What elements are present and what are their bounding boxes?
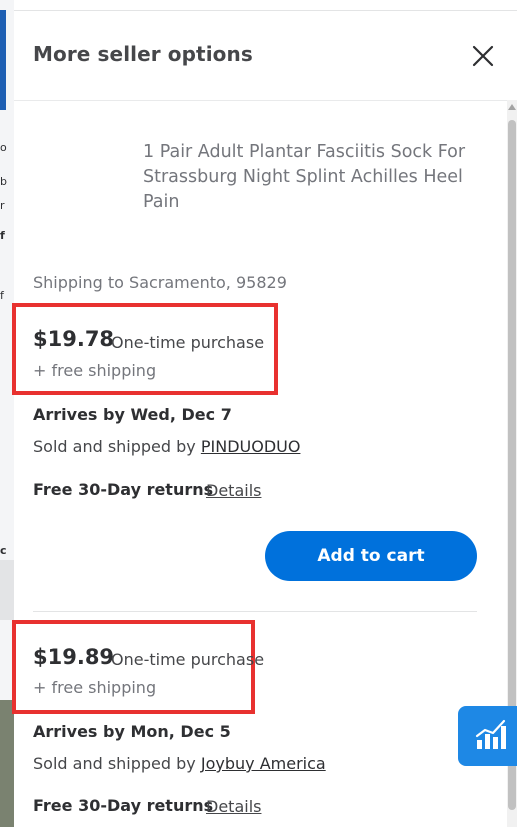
close-icon[interactable] — [469, 42, 497, 70]
feedback-chart-button[interactable] — [458, 706, 517, 766]
returns-details-link[interactable]: Details — [206, 481, 261, 500]
bar-chart-icon — [475, 719, 506, 749]
background-image — [0, 700, 14, 827]
background-block — [0, 560, 14, 620]
delivery-date: Arrives by Wed, Dec 7 — [33, 405, 232, 424]
seller-info: Sold and shipped by Joybuy America — [33, 754, 326, 773]
seller-link[interactable]: PINDUODUO — [201, 437, 301, 456]
delivery-date: Arrives by Mon, Dec 5 — [33, 722, 231, 741]
shipping-location: Shipping to Sacramento, 95829 — [33, 273, 287, 292]
purchase-type: One-time purchase — [111, 650, 265, 669]
returns-details-link[interactable]: Details — [206, 797, 261, 816]
product-title: 1 Pair Adult Plantar Fasciitis Sock For … — [143, 142, 466, 212]
returns-policy: Free 30-Day returns — [33, 480, 214, 499]
shipping-cost: + free shipping — [33, 678, 157, 697]
sold-by-label: Sold and shipped by — [33, 754, 201, 773]
background-glyph: b — [0, 175, 7, 188]
scroll-up-icon[interactable] — [508, 104, 516, 110]
offer-price: $19.78 — [33, 327, 115, 351]
background-glyph: f — [0, 289, 4, 302]
background-glyph: r — [0, 199, 5, 212]
background-glyph: f — [0, 229, 5, 242]
panel-header: More seller options — [14, 11, 517, 101]
returns-policy: Free 30-Day returns — [33, 796, 214, 815]
background-header-bar — [0, 10, 6, 110]
shipping-cost: + free shipping — [33, 361, 157, 380]
background-glyph: o — [0, 141, 7, 154]
purchase-type: One-time purchase — [111, 333, 265, 352]
offer-divider — [33, 611, 477, 612]
seller-info: Sold and shipped by PINDUODUO — [33, 437, 300, 456]
seller-link[interactable]: Joybuy America — [201, 754, 326, 773]
add-to-cart-button[interactable]: Add to cart — [265, 531, 477, 581]
sold-by-label: Sold and shipped by — [33, 437, 201, 456]
panel-title: More seller options — [33, 42, 253, 66]
offer-price: $19.89 — [33, 645, 115, 669]
background-glyph: c — [0, 544, 7, 557]
